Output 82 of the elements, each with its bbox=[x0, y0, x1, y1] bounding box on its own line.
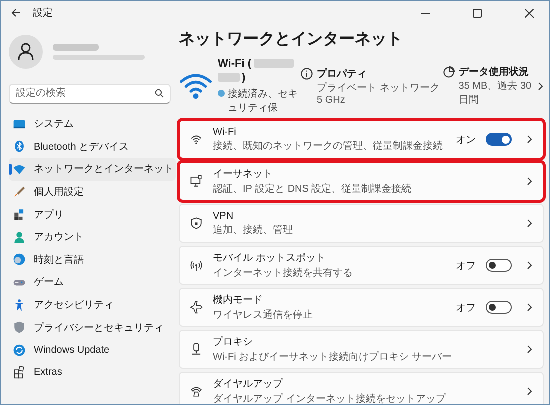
apps-icon bbox=[13, 208, 26, 222]
shield-icon bbox=[190, 217, 203, 230]
bluetooth-icon bbox=[13, 140, 26, 154]
search-icon bbox=[155, 88, 164, 98]
back-arrow-icon[interactable] bbox=[11, 8, 21, 18]
card-subtitle: Wi-Fi およびイーサネット接続向けプロキシ サーバー bbox=[213, 350, 452, 364]
airplane-icon bbox=[190, 301, 203, 314]
toggle-label: オフ bbox=[456, 302, 476, 314]
sidebar-item[interactable]: Windows Update bbox=[9, 338, 176, 362]
card-subtitle: 認証、IP 設定と DNS 設定、従量制課金接続 bbox=[213, 182, 412, 196]
card-subtitle: ダイヤルアップ インターネット接続をセットアップ bbox=[213, 392, 446, 404]
properties-link[interactable]: プロパティ プライベート ネットワーク 5 GHz bbox=[301, 66, 440, 106]
search-field[interactable]: 設定の検索 bbox=[9, 84, 171, 104]
toggle-label: オフ bbox=[456, 260, 476, 272]
card-subtitle: 追加、接続、管理 bbox=[213, 224, 293, 236]
toggle-switch[interactable] bbox=[486, 301, 512, 314]
chevron-icon bbox=[537, 82, 544, 90]
update-icon bbox=[13, 344, 26, 357]
toggle-switch[interactable] bbox=[486, 259, 512, 272]
info-icon bbox=[301, 68, 313, 80]
shield-icon bbox=[13, 321, 26, 334]
settings-card[interactable]: イーサネット 認証、IP 設定と DNS 設定、従量制課金接続 bbox=[179, 162, 544, 201]
connection-status: 接続済み、セキュリティ保 bbox=[228, 88, 298, 114]
person-icon bbox=[13, 230, 26, 244]
card-subtitle: 接続、既知のネットワークの管理、従量制課金接続 bbox=[213, 140, 443, 152]
sidebar-item[interactable]: 時刻と言語 bbox=[9, 248, 176, 272]
chevron-icon bbox=[526, 219, 533, 228]
wifi-icon bbox=[190, 133, 203, 146]
settings-card[interactable]: Wi-Fi 接続、既知のネットワークの管理、従量制課金接続 オン bbox=[179, 120, 544, 159]
data-usage-link[interactable]: データ使用状況 35 MB、過去 30 日間 bbox=[442, 65, 534, 107]
sidebar-item[interactable]: アプリ bbox=[9, 203, 176, 226]
chevron-icon bbox=[526, 261, 533, 270]
card-subtitle: インターネット接続を共有する bbox=[213, 266, 353, 280]
phone-icon bbox=[190, 385, 203, 398]
sidebar-item[interactable]: Bluetooth とデバイス bbox=[9, 136, 176, 158]
card-title: ダイヤルアップ bbox=[213, 378, 283, 391]
settings-card[interactable]: ダイヤルアップ ダイヤルアップ インターネット接続をセットアップ bbox=[179, 372, 544, 404]
blurred-ssid bbox=[254, 59, 294, 68]
card-title: VPN bbox=[213, 210, 234, 222]
toggle-label: オン bbox=[456, 134, 476, 146]
sidebar-item[interactable]: アクセシビリティ bbox=[9, 294, 176, 316]
card-title: イーサネット bbox=[213, 168, 273, 181]
blocks-icon bbox=[13, 366, 26, 380]
window-title: 設定 bbox=[33, 6, 54, 20]
card-subtitle: ワイヤレス通信を停止 bbox=[213, 308, 313, 322]
sidebar-item[interactable]: ネットワークとインターネット bbox=[9, 158, 176, 181]
card-title: Wi-Fi bbox=[213, 126, 236, 138]
status-icon bbox=[218, 90, 225, 96]
maximize-icon[interactable] bbox=[472, 8, 482, 18]
card-title: プロキシ bbox=[213, 336, 253, 349]
network-title: ) bbox=[242, 72, 246, 84]
chevron-icon bbox=[526, 303, 533, 312]
settings-card[interactable]: 機内モード ワイヤレス通信を停止 オフ bbox=[179, 288, 544, 327]
card-title: 機内モード bbox=[213, 294, 263, 307]
monitor-icon bbox=[13, 118, 26, 131]
brush-icon bbox=[13, 186, 26, 199]
sidebar-item[interactable]: ゲーム bbox=[9, 271, 176, 294]
chevron-icon bbox=[526, 345, 533, 354]
chevron-icon bbox=[526, 177, 533, 186]
sidebar-item[interactable]: プライバシーとセキュリティ bbox=[9, 316, 176, 339]
accessibility-icon bbox=[13, 298, 26, 312]
broadcast-icon bbox=[190, 259, 203, 272]
toggle-switch[interactable] bbox=[486, 133, 512, 146]
network-title: Wi-Fi ( bbox=[218, 58, 252, 70]
monitor-icon bbox=[190, 175, 203, 188]
sidebar-item[interactable]: 個人用設定 bbox=[9, 180, 176, 204]
settings-card[interactable]: VPN 追加、接続、管理 bbox=[179, 204, 544, 243]
blurred-name bbox=[53, 44, 99, 51]
sidebar-item[interactable]: Extras bbox=[9, 362, 176, 384]
avatar bbox=[9, 35, 43, 69]
blurred-ssid bbox=[218, 73, 240, 82]
page-heading: ネットワークとインターネット bbox=[179, 30, 404, 50]
chevron-icon bbox=[526, 135, 533, 144]
chevron-icon bbox=[526, 387, 533, 396]
sidebar-item[interactable]: アカウント bbox=[9, 226, 176, 249]
sidebar-item[interactable]: システム bbox=[9, 113, 176, 136]
close-icon[interactable] bbox=[524, 8, 534, 18]
card-title: モバイル ホットスポット bbox=[213, 252, 326, 265]
wifi-icon bbox=[13, 162, 26, 176]
settings-card[interactable]: プロキシ Wi-Fi およびイーサネット接続向けプロキシ サーバー bbox=[179, 330, 544, 369]
pie-chart-icon bbox=[442, 66, 455, 78]
settings-card[interactable]: モバイル ホットスポット インターネット接続を共有する オフ bbox=[179, 246, 544, 285]
